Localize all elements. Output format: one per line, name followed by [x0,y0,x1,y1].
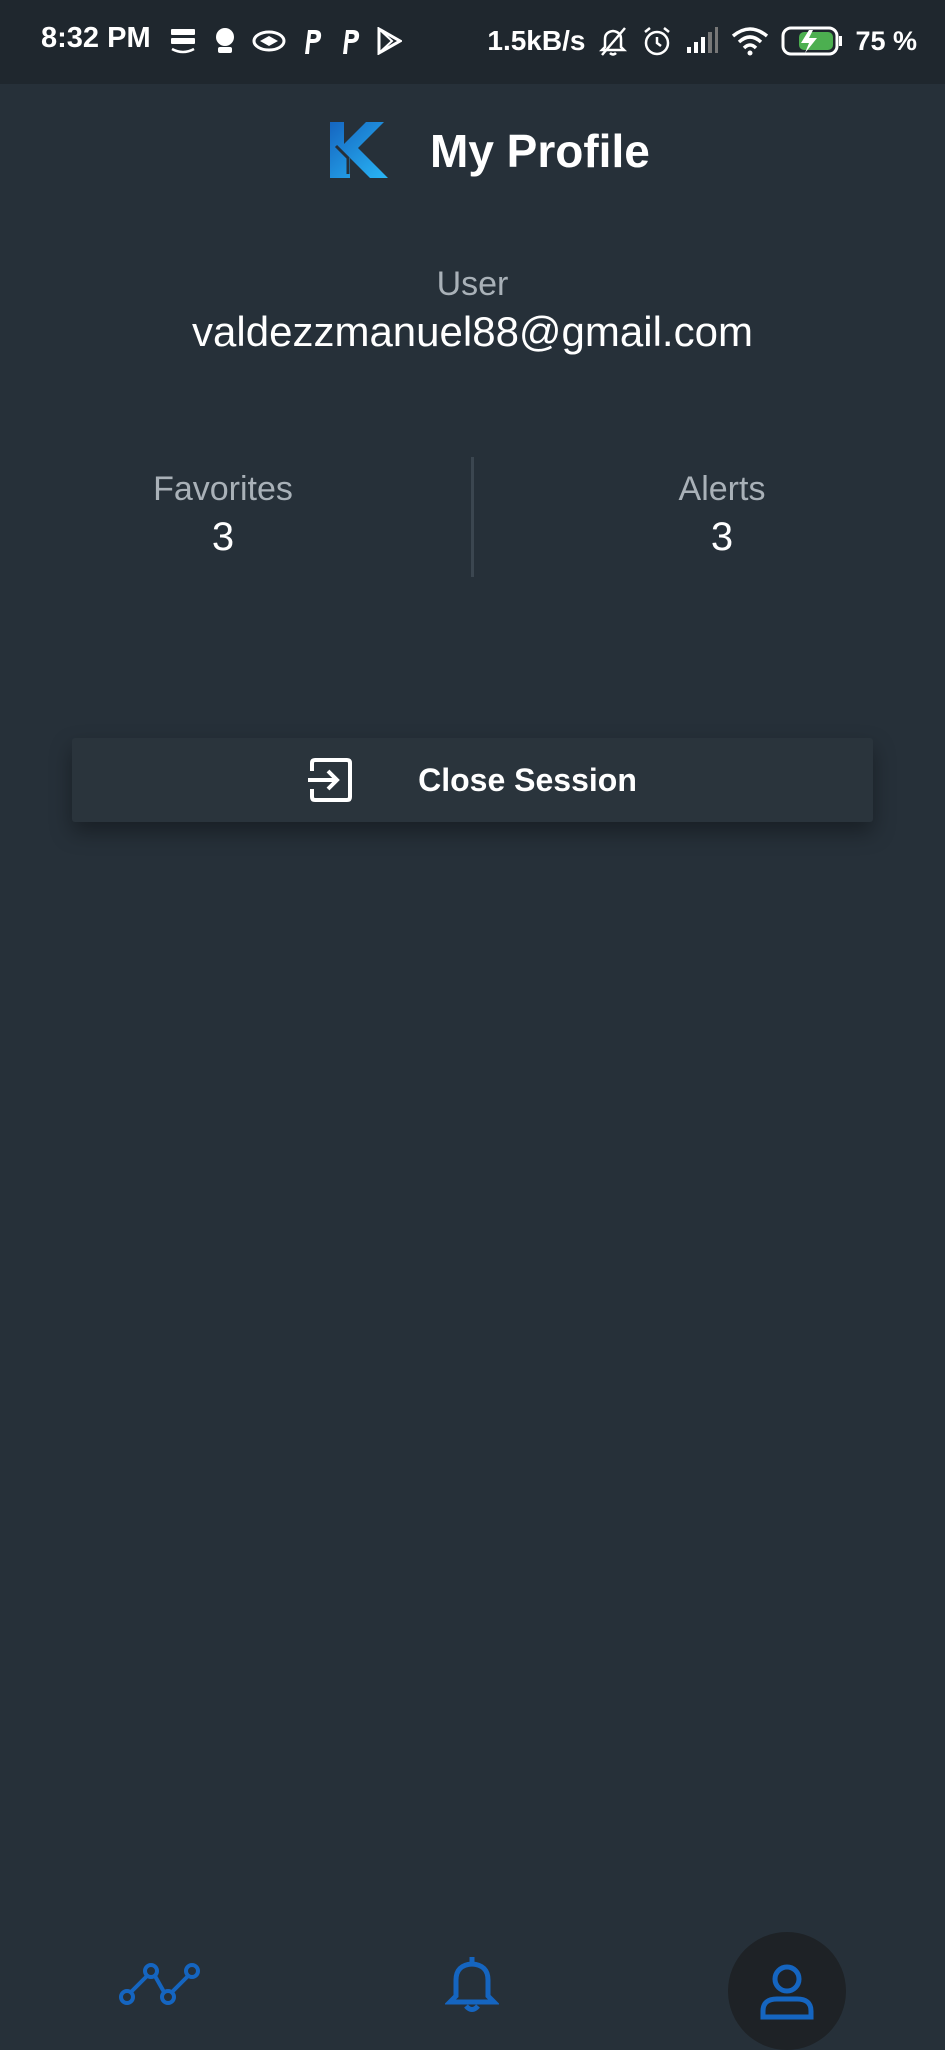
close-session-label: Close Session [418,761,637,798]
favorites-stat: Favorites 3 [73,470,373,560]
bell-icon [445,1954,499,2014]
favorites-count: 3 [211,515,235,559]
alerts-label: Alerts [678,470,766,508]
network-speed: 1.5kB/s [487,25,586,56]
stats-divider [471,457,474,577]
alarm-icon [641,25,673,57]
trend-line-icon [118,1959,202,2009]
prime-video-icon [168,26,198,56]
alerts-stat: Alerts 3 [572,470,872,560]
alerts-count: 3 [710,515,734,559]
user-label: User [436,265,509,303]
handshake-icon [252,28,286,54]
person-icon [757,1961,817,2021]
play-store-icon [376,27,402,55]
status-right: 1.5kB/s 75 % [487,20,917,62]
nav-profile[interactable] [728,1932,846,2050]
k-logo-icon [328,118,392,182]
notifications-off-icon [597,25,629,57]
user-email: valdezzmanuel88@gmail.com [192,308,753,355]
close-session-button[interactable]: Close Session [72,738,873,822]
nav-alerts[interactable] [412,1920,532,2048]
p-app-icon [338,27,362,55]
chat-icon [212,26,238,56]
bottom-nav [0,1920,945,2050]
wifi-icon [731,26,769,56]
signal-icon [685,27,719,55]
battery-charging-icon [781,25,843,57]
page-title: My Profile [430,125,650,177]
page-header: My Profile [0,110,945,190]
p-app-icon [300,27,324,55]
favorites-label: Favorites [153,470,293,508]
exit-icon [308,757,354,803]
battery-percent: 75 % [855,25,917,56]
nav-trends[interactable] [100,1920,220,2048]
status-left-icons [168,20,402,62]
status-bar: 8:32 PM 1.5kB/s 75 % [0,0,945,84]
status-time: 8:32 PM [41,22,151,54]
